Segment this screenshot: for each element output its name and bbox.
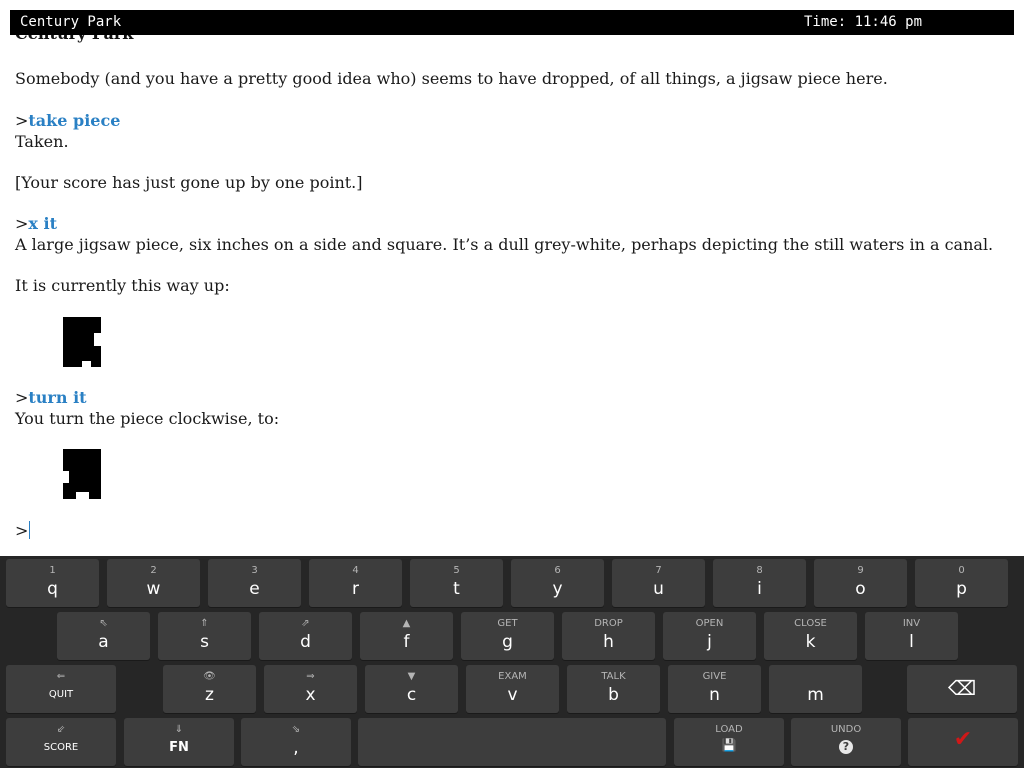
key-f-up[interactable]: ▲ f bbox=[360, 612, 453, 660]
key-load[interactable]: LOAD 💾 bbox=[674, 718, 784, 766]
response-text: It is currently this way up: bbox=[15, 276, 230, 295]
key-v-exam[interactable]: EXAM v bbox=[466, 665, 559, 713]
checkmark-icon: ✔ bbox=[953, 727, 973, 752]
key-g-get[interactable]: GET g bbox=[461, 612, 554, 660]
southwest-arrow-icon: ⇙ bbox=[56, 724, 66, 735]
key-a-northwest[interactable]: ⇖ a bbox=[57, 612, 150, 660]
key-i[interactable]: 8i bbox=[713, 559, 806, 607]
prompt: > bbox=[15, 214, 29, 233]
key-p[interactable]: 0p bbox=[915, 559, 1008, 607]
key-m[interactable]: m bbox=[769, 665, 862, 713]
score-notice: [Your score has just gone up by one poin… bbox=[15, 173, 363, 192]
key-undo[interactable]: UNDO ? bbox=[791, 718, 901, 766]
room-description: Somebody (and you have a pretty good ide… bbox=[15, 69, 888, 88]
save-disk-icon: 💾 bbox=[721, 738, 737, 752]
key-z-look[interactable]: 👁 z bbox=[163, 665, 256, 713]
key-s-north[interactable]: ⇑ s bbox=[158, 612, 251, 660]
key-fn-south[interactable]: ⇓ FN bbox=[124, 718, 234, 766]
west-arrow-icon: ⇐ bbox=[56, 671, 66, 682]
key-u[interactable]: 7u bbox=[612, 559, 705, 607]
key-quit-west[interactable]: ⇐ QUIT bbox=[6, 665, 116, 713]
command-text: x it bbox=[28, 214, 57, 233]
prompt: > bbox=[15, 388, 29, 407]
northeast-arrow-icon: ⇗ bbox=[301, 618, 310, 629]
jigsaw-piece-image bbox=[63, 317, 101, 367]
command-text: turn it bbox=[28, 388, 87, 407]
key-e[interactable]: 3e bbox=[208, 559, 301, 607]
text-cursor bbox=[29, 521, 31, 539]
key-x-east[interactable]: ⇒ x bbox=[264, 665, 357, 713]
key-score-southwest[interactable]: ⇙ SCORE bbox=[6, 718, 116, 766]
eye-icon: 👁 bbox=[203, 671, 216, 682]
key-t[interactable]: 5t bbox=[410, 559, 503, 607]
key-comma-southeast[interactable]: ⇘, bbox=[241, 718, 351, 766]
prompt: > bbox=[15, 111, 29, 130]
space-bar[interactable] bbox=[358, 718, 666, 766]
key-o[interactable]: 9o bbox=[814, 559, 907, 607]
key-d-northeast[interactable]: ⇗ d bbox=[259, 612, 352, 660]
key-q[interactable]: 1q bbox=[6, 559, 99, 607]
southeast-arrow-icon: ⇘ bbox=[291, 724, 301, 735]
up-triangle-icon: ▲ bbox=[402, 618, 411, 629]
key-l-inv[interactable]: INV l bbox=[865, 612, 958, 660]
status-bar: Century Park Time: 11:46 pm bbox=[10, 10, 1014, 35]
game-time: Time: 11:46 pm bbox=[804, 14, 923, 30]
response-text: Taken. bbox=[15, 132, 69, 151]
room-title: Century Park bbox=[15, 35, 133, 44]
backspace-key[interactable]: ⌫ bbox=[907, 665, 1017, 713]
input-prompt: > bbox=[15, 521, 29, 540]
key-y[interactable]: 6y bbox=[511, 559, 604, 607]
east-arrow-icon: ⇒ bbox=[306, 671, 315, 682]
input-line[interactable]: > bbox=[15, 521, 31, 541]
key-k-close[interactable]: CLOSE k bbox=[764, 612, 857, 660]
key-r[interactable]: 4r bbox=[309, 559, 402, 607]
response-text: A large jigsaw piece, six inches on a si… bbox=[15, 235, 994, 254]
key-w[interactable]: 2w bbox=[107, 559, 200, 607]
help-icon: ? bbox=[839, 740, 853, 754]
south-arrow-icon: ⇓ bbox=[174, 724, 184, 735]
on-screen-keyboard: 1q 2w 3e 4r 5t 6y 7u 8i 9o 0p ⇖ a ⇑ s ⇗ d ▲… bbox=[0, 556, 1024, 768]
enter-key[interactable]: ✔ bbox=[908, 718, 1018, 766]
key-h-drop[interactable]: DROP h bbox=[562, 612, 655, 660]
command-line: >turn it bbox=[15, 388, 87, 408]
response-text: You turn the piece clockwise, to: bbox=[15, 409, 280, 428]
key-n-give[interactable]: GIVE n bbox=[668, 665, 761, 713]
key-c-down[interactable]: ▼ c bbox=[365, 665, 458, 713]
down-triangle-icon: ▼ bbox=[407, 671, 416, 682]
jigsaw-piece-rotated-image bbox=[63, 449, 101, 499]
northwest-arrow-icon: ⇖ bbox=[99, 618, 108, 629]
key-j-open[interactable]: OPEN j bbox=[663, 612, 756, 660]
location-name: Century Park bbox=[20, 14, 122, 30]
command-line: >take piece bbox=[15, 111, 120, 131]
north-arrow-icon: ⇑ bbox=[200, 618, 209, 629]
game-transcript: Century Park Somebody (and you have a pr… bbox=[0, 35, 1024, 556]
command-line: >x it bbox=[15, 214, 57, 234]
command-text: take piece bbox=[28, 111, 121, 130]
key-b-talk[interactable]: TALK b bbox=[567, 665, 660, 713]
backspace-icon: ⌫ bbox=[947, 676, 977, 700]
